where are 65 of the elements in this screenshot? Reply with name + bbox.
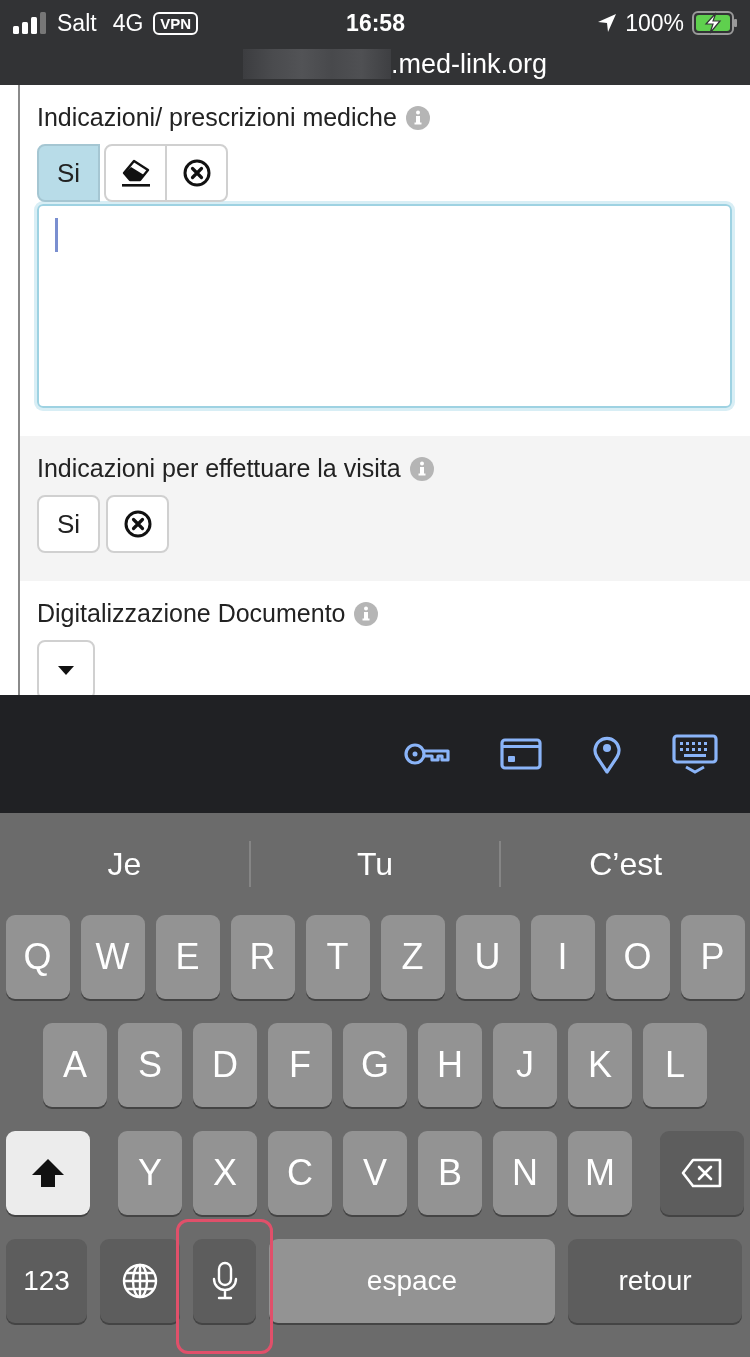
eraser-icon	[119, 158, 152, 188]
key[interactable]: S	[118, 1023, 182, 1107]
clear-button[interactable]	[106, 495, 169, 553]
field-label: Indicazioni per effettuare la visita	[37, 454, 401, 483]
carrier-name: Salt	[57, 9, 97, 37]
key[interactable]: L	[643, 1023, 707, 1107]
key[interactable]: I	[530, 915, 595, 999]
close-circle-icon	[122, 509, 153, 539]
suggestion[interactable]: C’est	[501, 845, 750, 883]
backspace-icon	[681, 1158, 723, 1188]
network-type: 4G	[112, 9, 144, 37]
space-key[interactable]: espace	[269, 1239, 555, 1323]
key[interactable]: F	[268, 1023, 332, 1107]
keyboard-hide-icon[interactable]	[672, 734, 718, 774]
key[interactable]: T	[305, 915, 370, 999]
shift-key[interactable]	[6, 1131, 90, 1215]
key[interactable]: Q	[5, 915, 70, 999]
key[interactable]: B	[418, 1131, 482, 1215]
credit-card-icon[interactable]	[500, 738, 542, 770]
key[interactable]: Y	[118, 1131, 182, 1215]
key-icon[interactable]	[404, 741, 450, 767]
globe-icon	[121, 1262, 159, 1300]
key[interactable]: A	[43, 1023, 107, 1107]
delete-key[interactable]	[660, 1131, 744, 1215]
key[interactable]: N	[493, 1131, 557, 1215]
shift-icon	[30, 1157, 66, 1189]
key[interactable]: U	[455, 915, 520, 999]
key[interactable]: P	[680, 915, 745, 999]
option-button[interactable]: Si	[37, 144, 100, 202]
field-label: Digitalizzazione Documento	[37, 599, 346, 628]
location-pin-icon[interactable]	[592, 734, 622, 774]
key[interactable]: E	[155, 915, 220, 999]
caret-icon	[58, 665, 74, 675]
key[interactable]: M	[568, 1131, 632, 1215]
key[interactable]: X	[193, 1131, 257, 1215]
dictation-key[interactable]	[193, 1239, 256, 1323]
key[interactable]: Z	[380, 915, 445, 999]
key[interactable]: G	[343, 1023, 407, 1107]
key[interactable]: H	[418, 1023, 482, 1107]
key[interactable]: V	[343, 1131, 407, 1215]
key[interactable]: K	[568, 1023, 632, 1107]
clear-button[interactable]	[165, 144, 228, 202]
url-text[interactable]: .med-link.org	[390, 48, 548, 80]
key[interactable]: J	[493, 1023, 557, 1107]
close-circle-icon	[181, 158, 212, 188]
key[interactable]: W	[80, 915, 145, 999]
microphone-icon	[211, 1261, 238, 1301]
key[interactable]: D	[193, 1023, 257, 1107]
clock: 16:58	[346, 9, 405, 37]
key[interactable]: O	[605, 915, 670, 999]
text-cursor	[55, 218, 58, 252]
battery-percentage: 100%	[625, 9, 684, 37]
globe-key[interactable]	[100, 1239, 180, 1323]
location-arrow-icon	[597, 13, 618, 33]
option-button[interactable]: Si	[37, 495, 100, 553]
vpn-badge: VPN	[153, 11, 199, 35]
return-key[interactable]: retour	[568, 1239, 742, 1323]
numbers-key[interactable]: 123	[6, 1239, 87, 1323]
key[interactable]: C	[268, 1131, 332, 1215]
signal-icon	[13, 12, 47, 34]
field-label: Indicazioni/ prescrizioni mediche	[37, 103, 397, 132]
suggestion[interactable]: Tu	[250, 845, 500, 883]
key[interactable]: R	[230, 915, 295, 999]
eraser-button[interactable]	[104, 144, 167, 202]
suggestion[interactable]: Je	[0, 845, 249, 883]
